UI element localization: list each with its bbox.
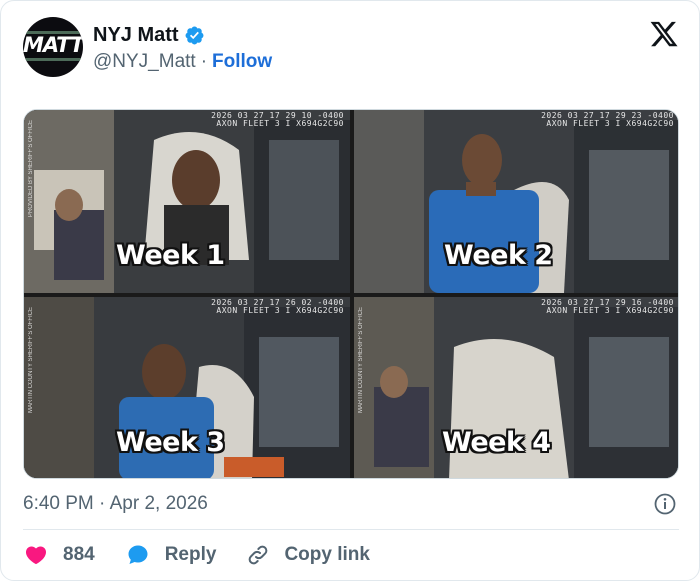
separator-dot: · xyxy=(200,51,208,72)
name-row: NYJ Matt xyxy=(93,24,205,47)
link-icon xyxy=(249,545,268,565)
timestamp-link[interactable]: 6:40 PM · Apr 2, 2026 xyxy=(23,493,208,515)
copy-link-button[interactable]: Copy link xyxy=(246,543,370,567)
avatar[interactable]: MATT xyxy=(23,17,83,77)
verified-badge-icon xyxy=(185,26,204,45)
week-label: Week 4 xyxy=(442,427,551,458)
week-label: Week 1 xyxy=(116,240,225,271)
media-tile-week-3[interactable]: MARTIN COUNTY SHERIFF'S OFFICE 2026 03 2… xyxy=(24,297,350,478)
like-count: 884 xyxy=(63,544,95,565)
reply-label: Reply xyxy=(164,544,217,565)
avatar-logo-text: MATT xyxy=(23,33,83,57)
x-logo-icon[interactable] xyxy=(649,19,679,49)
divider xyxy=(23,529,679,530)
week-label: Week 3 xyxy=(116,427,225,458)
media-tile-week-2[interactable]: 2026 03 27 17 29 23 -0400 AXON FLEET 3 I… xyxy=(354,110,678,293)
reply-button[interactable]: Reply xyxy=(125,543,217,567)
heart-icon xyxy=(25,546,47,565)
tweet-card: MATT NYJ Matt @NYJ_Matt · Follow PROVIDE… xyxy=(0,0,700,581)
dashcam-stamp: 2026 03 27 17 29 10 -0400 AXON FLEET 3 I… xyxy=(211,111,344,128)
reply-bubble-icon xyxy=(128,545,148,564)
media-tile-week-1[interactable]: PROVIDED BY SHERIFF'S OFFICE 2026 03 27 … xyxy=(24,110,350,293)
display-name[interactable]: NYJ Matt xyxy=(93,24,179,47)
action-bar: 884 Reply Copy link xyxy=(23,541,400,569)
tweet-meta: 6:40 PM · Apr 2, 2026 xyxy=(23,491,679,517)
info-icon[interactable] xyxy=(653,492,677,516)
like-button[interactable]: 884 xyxy=(23,543,95,567)
dashcam-stamp: 2026 03 27 17 29 16 -0400 AXON FLEET 3 I… xyxy=(541,298,674,315)
tile-watermark: MARTIN COUNTY SHERIFF'S OFFICE xyxy=(28,307,34,413)
dashcam-stamp: 2026 03 27 17 29 23 -0400 AXON FLEET 3 I… xyxy=(541,111,674,128)
dashcam-stamp: 2026 03 27 17 26 02 -0400 AXON FLEET 3 I… xyxy=(211,298,344,315)
media-tile-week-4[interactable]: MARTIN COUNTY SHERIFF'S OFFICE 2026 03 2… xyxy=(354,297,678,478)
follow-button[interactable]: Follow xyxy=(212,51,272,73)
media-grid[interactable]: PROVIDED BY SHERIFF'S OFFICE 2026 03 27 … xyxy=(23,109,679,479)
handle-row: @NYJ_Matt · Follow xyxy=(93,51,272,73)
tile-watermark: PROVIDED BY SHERIFF'S OFFICE xyxy=(28,120,34,218)
week-label: Week 2 xyxy=(444,240,553,271)
handle[interactable]: @NYJ_Matt xyxy=(93,51,196,73)
tile-watermark: MARTIN COUNTY SHERIFF'S OFFICE xyxy=(358,307,364,413)
copy-link-label: Copy link xyxy=(284,544,370,565)
tweet-header: MATT NYJ Matt @NYJ_Matt · Follow xyxy=(23,17,679,79)
